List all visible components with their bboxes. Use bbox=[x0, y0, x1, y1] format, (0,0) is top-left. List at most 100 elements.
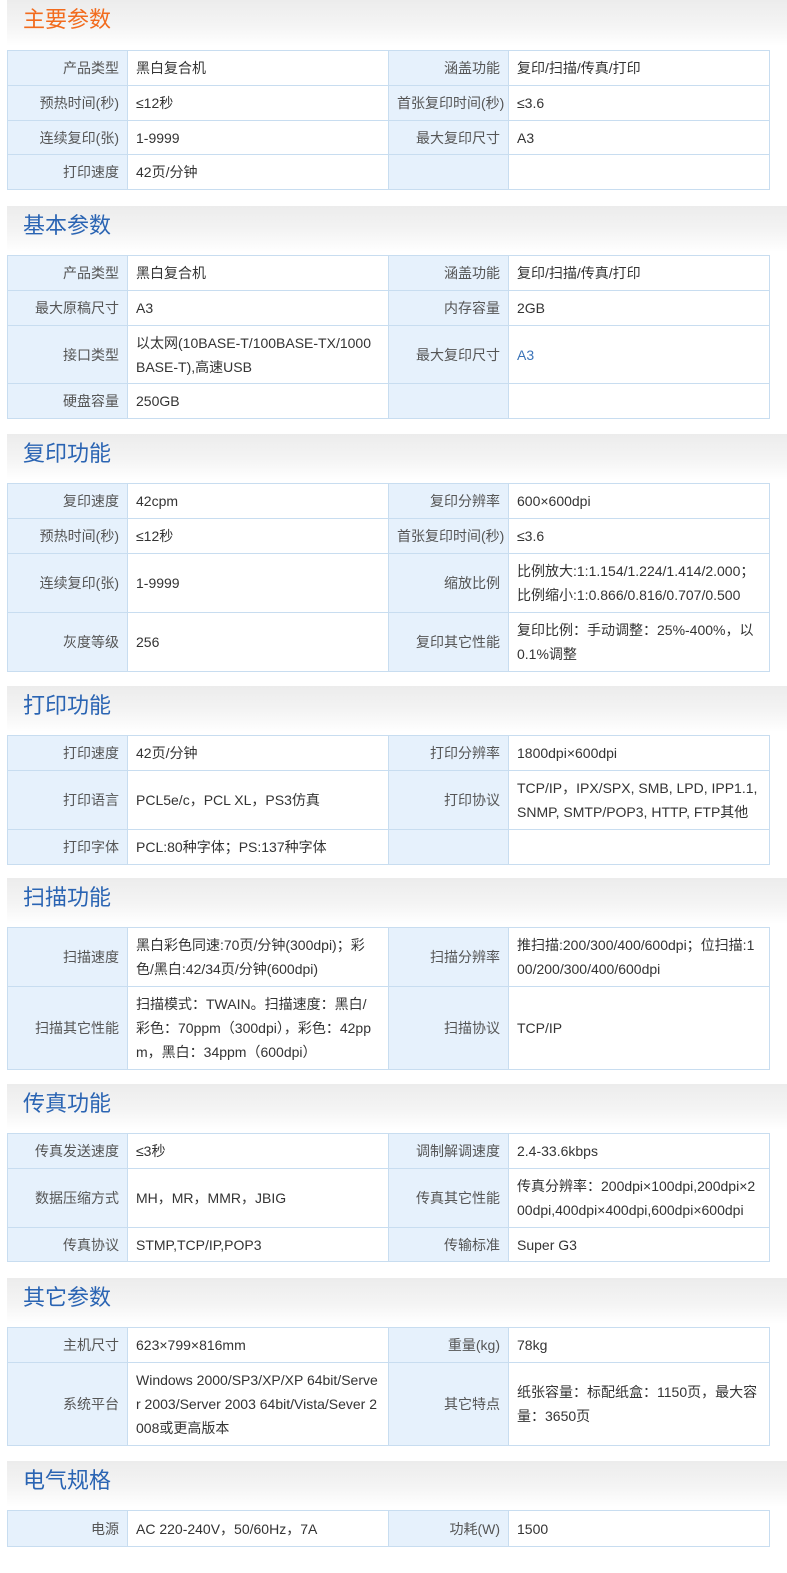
spec-value: 比例放大:1:1.154/1.224/1.414/2.000；比例缩小:1:0.… bbox=[508, 553, 770, 613]
table-row: 扫描速度 黑白彩色同速:70页/分钟(300dpi)；彩色/黑白:42/34页/分… bbox=[7, 927, 770, 987]
spec-value: A3 bbox=[508, 325, 770, 384]
table-row: 最大原稿尺寸 A3 内存容量 2GB bbox=[7, 290, 770, 326]
spec-value: MH，MR，MMR，JBIG bbox=[127, 1168, 389, 1228]
spec-label: 接口类型 bbox=[7, 325, 128, 384]
spec-label: 打印速度 bbox=[7, 154, 128, 190]
table-row: 主机尺寸 623×799×816mm 重量(kg) 78kg bbox=[7, 1327, 770, 1363]
spec-value bbox=[508, 829, 770, 865]
table-row: 预热时间(秒) ≤12秒 首张复印时间(秒) ≤3.6 bbox=[7, 518, 770, 554]
spec-label: 复印其它性能 bbox=[388, 612, 509, 672]
section-header: 其它参数 bbox=[7, 1278, 787, 1324]
spec-label: 最大原稿尺寸 bbox=[7, 290, 128, 326]
spec-value: ≤3秒 bbox=[127, 1133, 389, 1169]
spec-label: 打印协议 bbox=[388, 770, 509, 830]
table-row: 系统平台 Windows 2000/SP3/XP/XP 64bit/Server … bbox=[7, 1362, 770, 1446]
section-title: 扫描功能 bbox=[23, 886, 112, 911]
spec-label: 最大复印尺寸 bbox=[388, 120, 509, 155]
spec-label: 打印分辨率 bbox=[388, 735, 509, 771]
spec-value: AC 220-240V，50/60Hz，7A bbox=[127, 1510, 389, 1547]
spec-value: Super G3 bbox=[508, 1227, 770, 1262]
spec-label: 传真协议 bbox=[7, 1227, 128, 1262]
spec-value: A3 bbox=[127, 290, 389, 326]
spec-value: 复印/扫描/传真/打印 bbox=[508, 50, 770, 86]
spec-label: 扫描协议 bbox=[388, 986, 509, 1070]
spec-label bbox=[388, 383, 509, 419]
table-row: 产品类型 黑白复合机 涵盖功能 复印/扫描/传真/打印 bbox=[7, 50, 770, 86]
spec-value: 1800dpi×600dpi bbox=[508, 735, 770, 771]
spec-value: 2GB bbox=[508, 290, 770, 326]
spec-label bbox=[388, 154, 509, 190]
spec-value: 传真分辨率：200dpi×100dpi,200dpi×200dpi,400dpi… bbox=[508, 1168, 770, 1228]
spec-table: 扫描速度 黑白彩色同速:70页/分钟(300dpi)；彩色/黑白:42/34页/分… bbox=[7, 927, 770, 1070]
spec-value: 42cpm bbox=[127, 483, 389, 519]
spec-value: 250GB bbox=[127, 383, 389, 419]
spec-label: 传真其它性能 bbox=[388, 1168, 509, 1228]
table-row: 硬盘容量 250GB bbox=[7, 383, 770, 419]
spec-label: 扫描分辨率 bbox=[388, 927, 509, 987]
spec-table: 复印速度 42cpm 复印分辨率 600×600dpi 预热时间(秒) ≤12秒 首张复印时… bbox=[7, 483, 770, 672]
spec-label: 调制解调速度 bbox=[388, 1133, 509, 1169]
spec-value: 复印比例：手动调整：25%-400%，以0.1%调整 bbox=[508, 612, 770, 672]
spec-label: 数据压缩方式 bbox=[7, 1168, 128, 1228]
spec-table: 传真发送速度 ≤3秒 调制解调速度 2.4-33.6kbps 数据压缩方式 MH，MR，M… bbox=[7, 1133, 770, 1262]
table-row: 打印语言 PCL5e/c，PCL XL，PS3仿真 打印协议 TCP/IP，IPX/S… bbox=[7, 770, 770, 830]
spec-value: STMP,TCP/IP,POP3 bbox=[127, 1227, 389, 1262]
spec-value: 78kg bbox=[508, 1327, 770, 1363]
spec-value: 黑白彩色同速:70页/分钟(300dpi)；彩色/黑白:42/34页/分钟(60… bbox=[127, 927, 389, 987]
spec-value: TCP/IP bbox=[508, 986, 770, 1070]
spec-label: 涵盖功能 bbox=[388, 50, 509, 86]
spec-value: PCL:80种字体；PS:137种字体 bbox=[127, 829, 389, 865]
spec-value: 以太网(10BASE-T/100BASE-TX/1000BASE-T),高速US… bbox=[127, 325, 389, 384]
spec-label: 连续复印(张) bbox=[7, 553, 128, 613]
spec-label: 灰度等级 bbox=[7, 612, 128, 672]
spec-label: 其它特点 bbox=[388, 1362, 509, 1446]
section-title: 传真功能 bbox=[23, 1092, 112, 1117]
spec-label: 扫描速度 bbox=[7, 927, 128, 987]
spec-value: ≤3.6 bbox=[508, 85, 770, 121]
section-title: 打印功能 bbox=[23, 694, 112, 719]
spec-value: A3 bbox=[508, 120, 770, 155]
spec-value: 2.4-33.6kbps bbox=[508, 1133, 770, 1169]
table-row: 预热时间(秒) ≤12秒 首张复印时间(秒) ≤3.6 bbox=[7, 85, 770, 121]
spec-value: PCL5e/c，PCL XL，PS3仿真 bbox=[127, 770, 389, 830]
spec-table: 主机尺寸 623×799×816mm 重量(kg) 78kg 系统平台 Windows 2… bbox=[7, 1327, 770, 1446]
spec-label: 打印字体 bbox=[7, 829, 128, 865]
spec-label: 内存容量 bbox=[388, 290, 509, 326]
spec-value: 1500 bbox=[508, 1510, 770, 1547]
spec-label: 重量(kg) bbox=[388, 1327, 509, 1363]
table-row: 接口类型 以太网(10BASE-T/100BASE-TX/1000BASE-T),… bbox=[7, 325, 770, 384]
section-header: 电气规格 bbox=[7, 1461, 787, 1507]
spec-value: 推扫描:200/300/400/600dpi；位扫描:100/200/300/4… bbox=[508, 927, 770, 987]
spec-value: 42页/分钟 bbox=[127, 154, 389, 190]
spec-value: 复印/扫描/传真/打印 bbox=[508, 255, 770, 291]
spec-value: 扫描模式：TWAIN。扫描速度：黑白/彩色：70ppm（300dpi），彩色：4… bbox=[127, 986, 389, 1070]
spec-label: 预热时间(秒) bbox=[7, 85, 128, 121]
table-row: 连续复印(张) 1-9999 缩放比例 比例放大:1:1.154/1.224/1.41… bbox=[7, 553, 770, 613]
table-row: 电源 AC 220-240V，50/60Hz，7A 功耗(W) 1500 bbox=[7, 1510, 770, 1547]
table-row: 传真协议 STMP,TCP/IP,POP3 传输标准 Super G3 bbox=[7, 1227, 770, 1262]
spec-value: 600×600dpi bbox=[508, 483, 770, 519]
section-header: 复印功能 bbox=[7, 434, 787, 480]
table-row: 扫描其它性能 扫描模式：TWAIN。扫描速度：黑白/彩色：70ppm（300dpi… bbox=[7, 986, 770, 1070]
spec-table: 产品类型 黑白复合机 涵盖功能 复印/扫描/传真/打印 最大原稿尺寸 A3 内存容量 2GB 接… bbox=[7, 255, 770, 419]
spec-value: 1-9999 bbox=[127, 553, 389, 613]
table-row: 复印速度 42cpm 复印分辨率 600×600dpi bbox=[7, 483, 770, 519]
spec-value: TCP/IP，IPX/SPX, SMB, LPD, IPP1.1, SNMP, … bbox=[508, 770, 770, 830]
table-row: 传真发送速度 ≤3秒 调制解调速度 2.4-33.6kbps bbox=[7, 1133, 770, 1169]
table-row: 产品类型 黑白复合机 涵盖功能 复印/扫描/传真/打印 bbox=[7, 255, 770, 291]
spec-label: 打印语言 bbox=[7, 770, 128, 830]
spec-value bbox=[508, 383, 770, 419]
spec-table: 产品类型 黑白复合机 涵盖功能 复印/扫描/传真/打印 预热时间(秒) ≤12秒 首张复印时… bbox=[7, 50, 770, 190]
spec-table: 电源 AC 220-240V，50/60Hz，7A 功耗(W) 1500 bbox=[7, 1510, 770, 1547]
spec-label: 复印速度 bbox=[7, 483, 128, 519]
spec-value: 256 bbox=[127, 612, 389, 672]
spec-label: 硬盘容量 bbox=[7, 383, 128, 419]
spec-value: 623×799×816mm bbox=[127, 1327, 389, 1363]
spec-label: 产品类型 bbox=[7, 50, 128, 86]
spec-label: 传真发送速度 bbox=[7, 1133, 128, 1169]
section-title: 主要参数 bbox=[23, 8, 112, 33]
spec-label: 打印速度 bbox=[7, 735, 128, 771]
spec-value: ≤3.6 bbox=[508, 518, 770, 554]
section-header: 扫描功能 bbox=[7, 878, 787, 924]
section-header: 打印功能 bbox=[7, 686, 787, 732]
